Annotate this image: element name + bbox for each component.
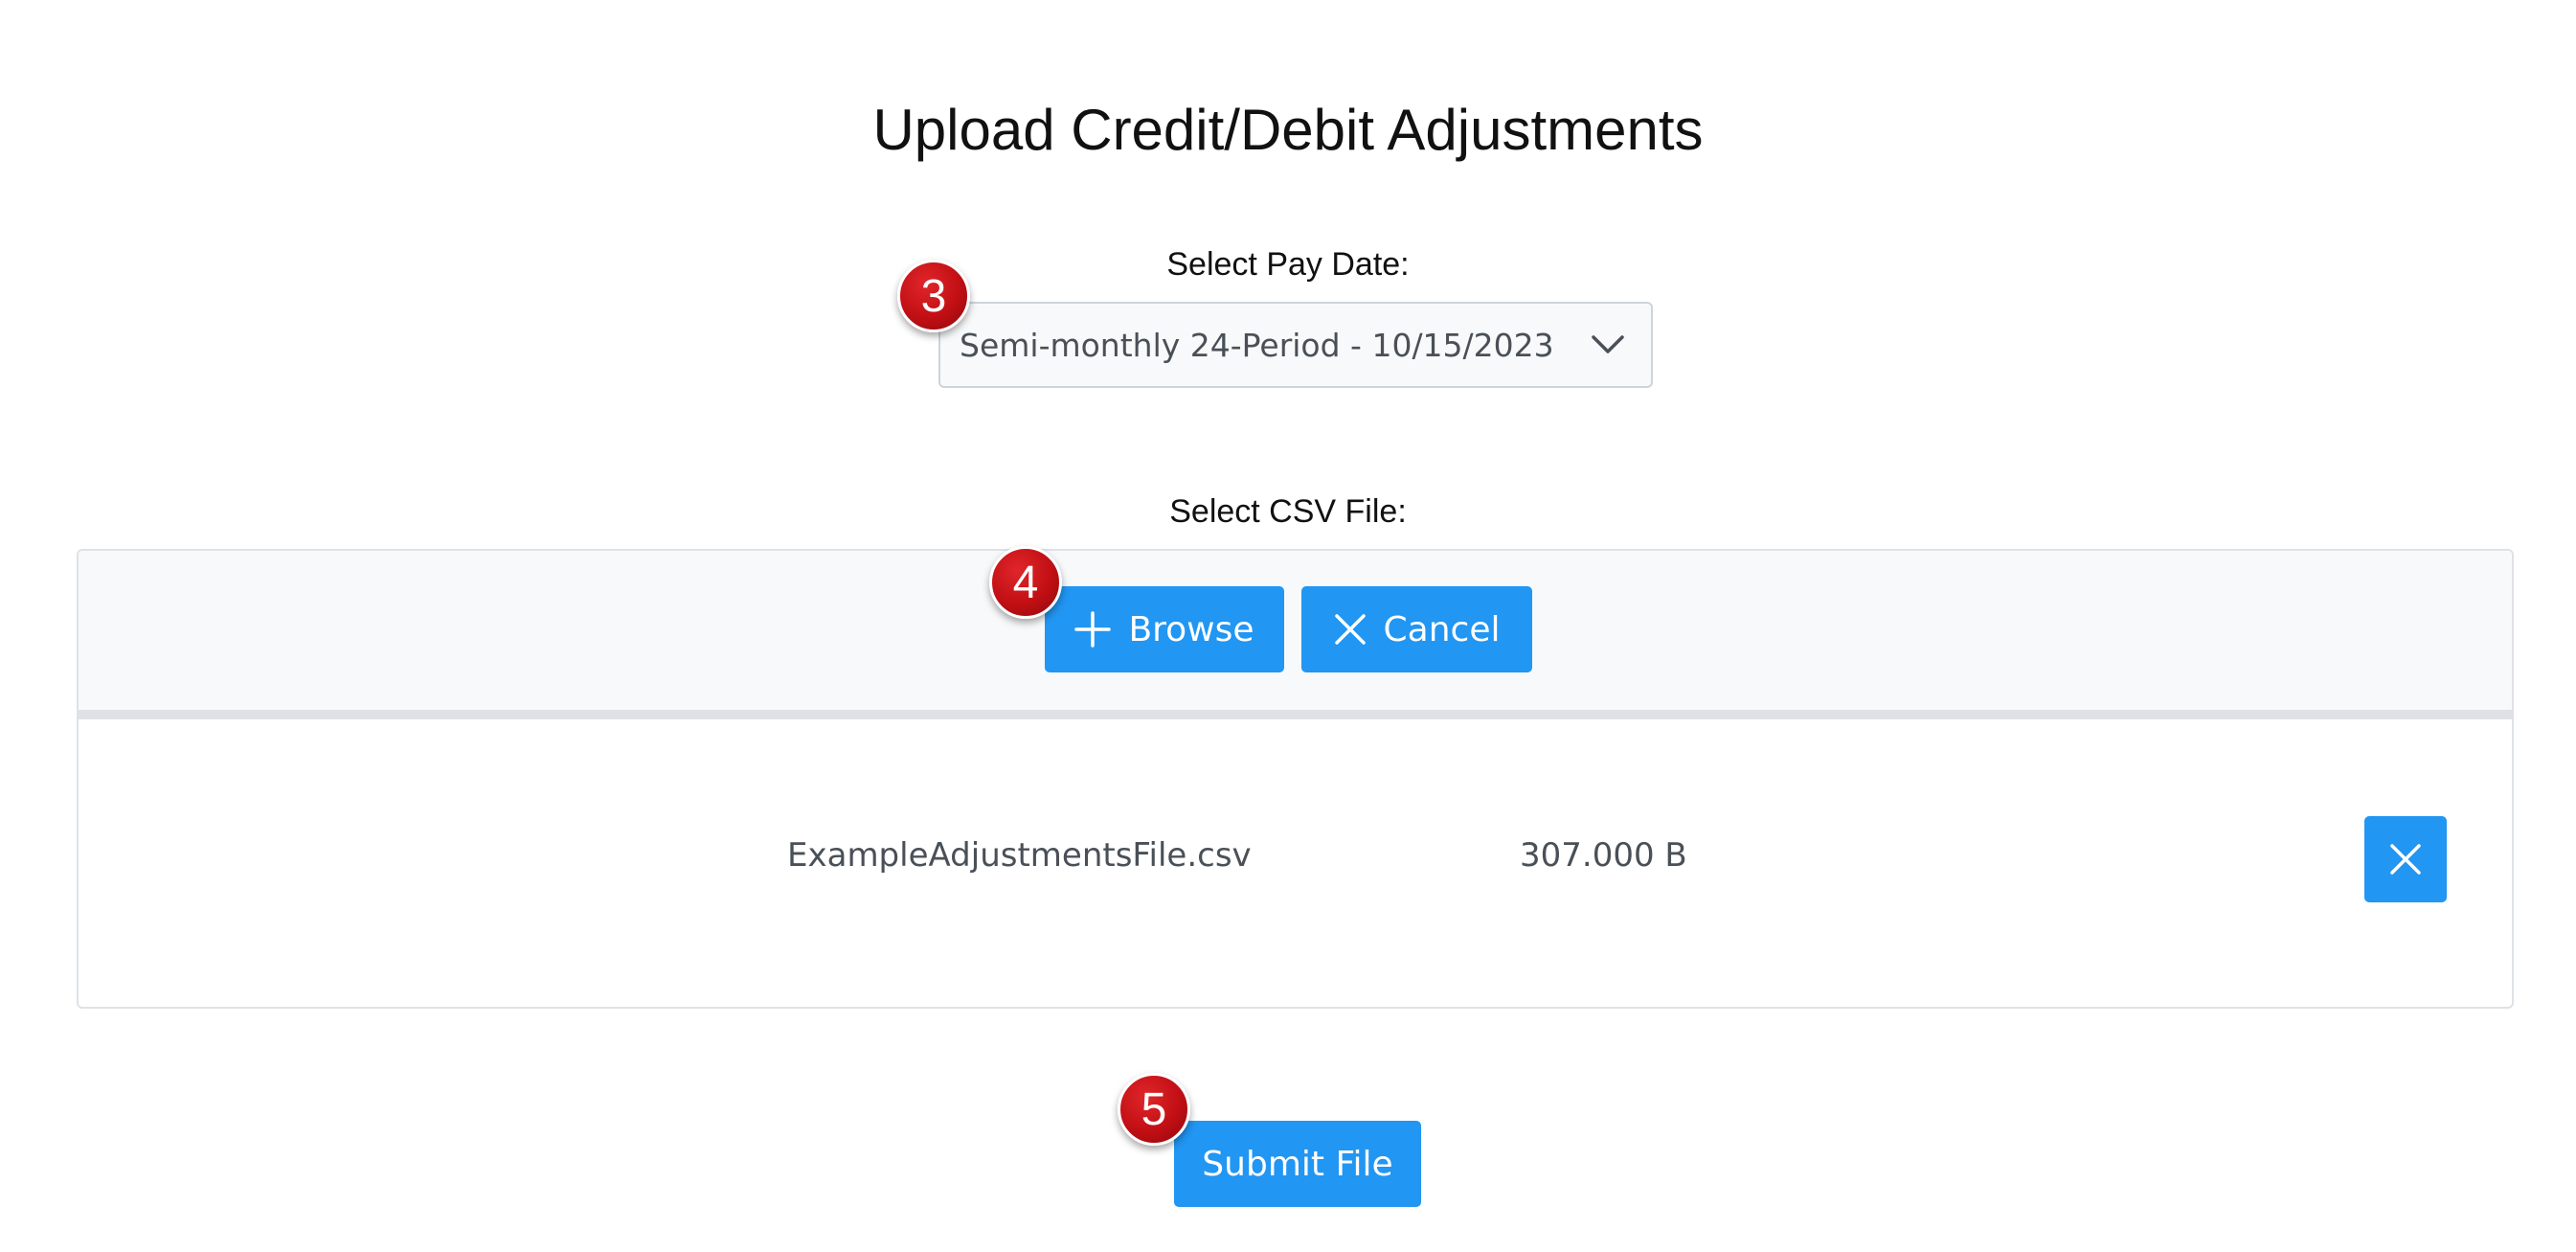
page-title: Upload Credit/Debit Adjustments <box>872 98 1704 162</box>
remove-file-button[interactable] <box>2364 816 2447 902</box>
file-upload-panel: Browse Cancel ExampleAdjustmentsFile.csv… <box>77 549 2514 1009</box>
submit-file-button[interactable]: Submit File <box>1174 1121 1421 1207</box>
browse-button[interactable]: Browse <box>1045 586 1284 672</box>
pay-date-dropdown[interactable]: Semi-monthly 24-Period - 10/15/2023 <box>938 302 1653 388</box>
browse-button-label: Browse <box>1128 609 1254 649</box>
step-badge-5: 5 <box>1118 1073 1190 1146</box>
cancel-button[interactable]: Cancel <box>1301 586 1532 672</box>
chevron-down-icon <box>1565 304 1651 386</box>
pay-date-label: Select Pay Date: <box>1166 246 1410 283</box>
file-size: 307.000 B <box>1520 836 1687 875</box>
step-badge-3: 3 <box>897 260 970 332</box>
csv-file-label: Select CSV File: <box>1169 493 1407 530</box>
close-icon <box>1334 613 1367 646</box>
plus-icon <box>1074 611 1112 648</box>
close-icon <box>2389 843 2422 876</box>
pay-date-selected-value: Semi-monthly 24-Period - 10/15/2023 <box>960 326 1554 364</box>
file-name: ExampleAdjustmentsFile.csv <box>787 836 1252 875</box>
step-badge-4: 4 <box>989 546 1062 619</box>
upload-toolbar: Browse Cancel <box>79 551 2512 710</box>
cancel-button-label: Cancel <box>1383 609 1501 649</box>
upload-progress-track <box>79 710 2512 719</box>
